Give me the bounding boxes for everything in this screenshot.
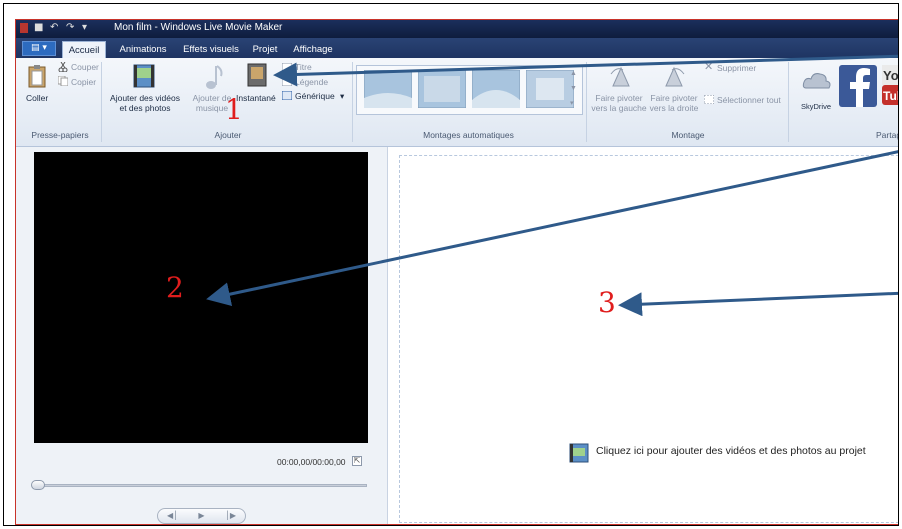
arrow-to-preview — [206, 150, 898, 306]
movie-maker-window: ■ ↶ ↷ ▾ Mon film - Windows Live Movie Ma… — [15, 19, 898, 525]
outer-frame: ■ ↶ ↷ ▾ Mon film - Windows Live Movie Ma… — [3, 3, 899, 526]
arrow-to-snapshot — [273, 54, 898, 87]
arrow-to-storyboard — [618, 291, 898, 317]
annotation-arrows — [206, 54, 898, 317]
